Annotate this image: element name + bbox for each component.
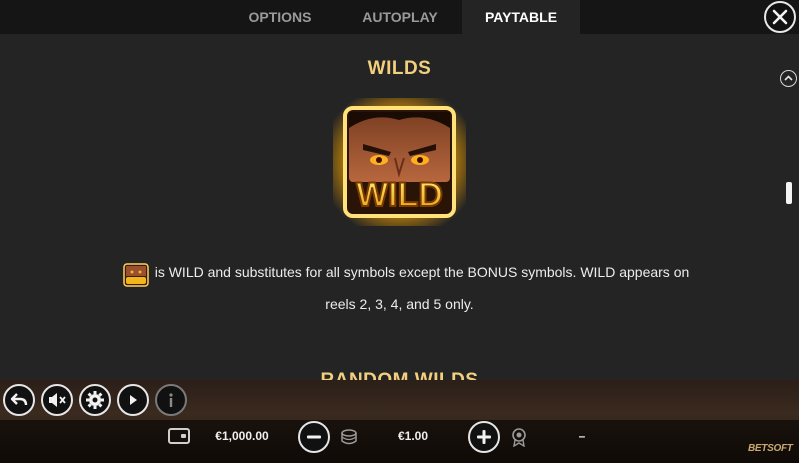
tab-options[interactable]: OPTIONS	[222, 0, 338, 34]
decrease-bet-button[interactable]	[298, 421, 330, 453]
tab-autoplay[interactable]: AUTOPLAY	[340, 0, 460, 34]
sound-toggle-button[interactable]	[41, 384, 73, 416]
sound-muted-icon	[49, 393, 66, 407]
back-arrow-icon	[10, 393, 28, 406]
scroll-up-button[interactable]	[780, 70, 797, 87]
paytable-screen: OPTIONS AUTOPLAY PAYTABLE WILDS WILD is …	[0, 0, 799, 463]
increase-bet-button[interactable]	[468, 421, 500, 453]
win-award-icon	[512, 428, 526, 447]
balance-value: €1,000.00	[215, 429, 269, 443]
wallet-icon	[168, 428, 190, 444]
bet-value: €1.00	[397, 429, 429, 443]
chevron-up-icon	[784, 75, 793, 81]
coins-icon	[341, 429, 357, 445]
paytable-panel: WILDS WILD is WILD and substitutes for a…	[0, 34, 799, 380]
close-button[interactable]	[764, 1, 796, 33]
tab-paytable[interactable]: PAYTABLE	[462, 0, 580, 34]
info-button[interactable]	[155, 384, 187, 416]
gear-icon	[86, 391, 104, 409]
win-value: –	[578, 429, 586, 443]
tab-bar: OPTIONS AUTOPLAY PAYTABLE	[0, 0, 799, 34]
wild-symbol-icon: WILD	[333, 98, 466, 226]
back-button[interactable]	[3, 384, 35, 416]
autoplay-icon	[130, 395, 137, 405]
wild-description-line-1: is WILD and substitutes for all symbols …	[154, 264, 690, 280]
autoplay-button[interactable]	[117, 384, 149, 416]
section-title-wilds: WILDS	[367, 58, 432, 79]
wild-description-line-2: reels 2, 3, 4, and 5 only.	[325, 296, 474, 312]
minus-icon	[307, 435, 321, 439]
close-icon	[772, 9, 788, 25]
settings-button[interactable]	[79, 384, 111, 416]
scrollbar-thumb[interactable]	[786, 182, 792, 204]
info-icon	[169, 393, 173, 407]
brand-logo: BETSOFT	[748, 443, 793, 454]
section-title-random-wilds: RANDOM WILDS	[0, 370, 799, 380]
plus-icon	[477, 430, 491, 444]
wild-symbol-text: WILD	[356, 176, 443, 214]
